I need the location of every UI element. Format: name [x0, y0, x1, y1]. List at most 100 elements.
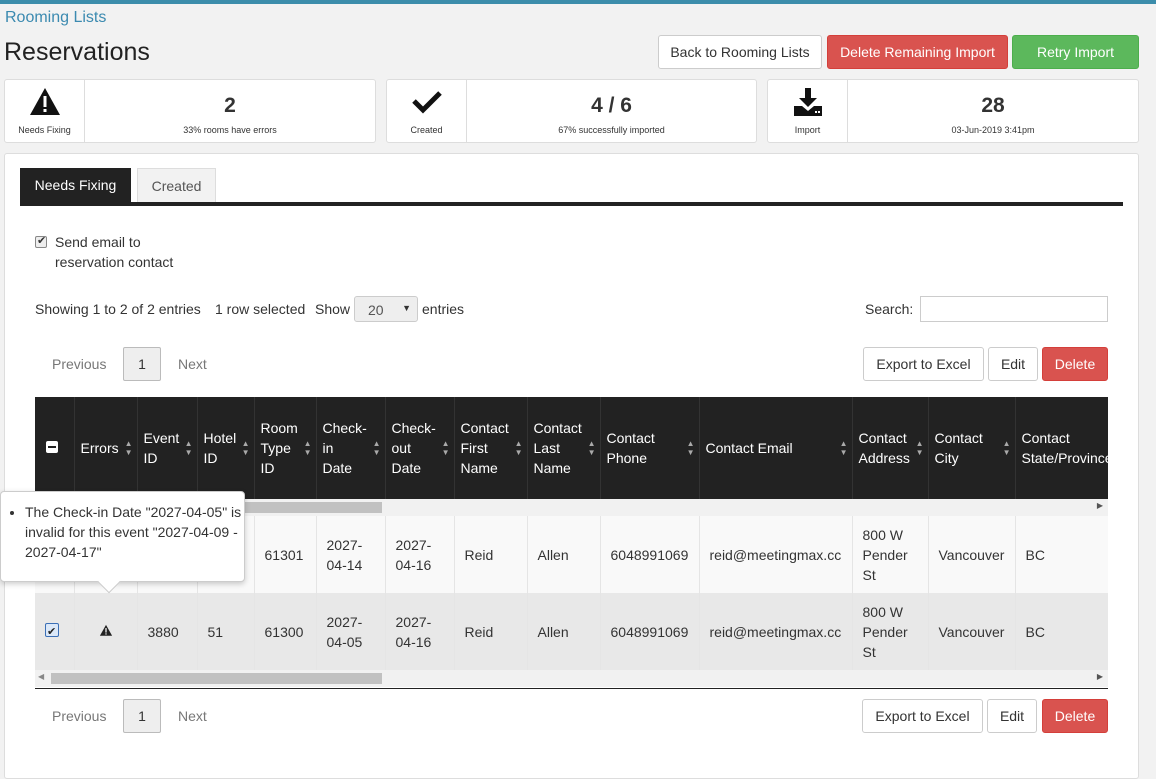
sort-icon: ▲ ▼: [514, 439, 523, 457]
row-select-cell[interactable]: ✔: [35, 593, 75, 670]
next-page-button[interactable]: Next: [178, 356, 207, 372]
table-row[interactable]: ✔ 3880 51 61300 2027-04-05 2027-04-16 Re…: [35, 593, 1108, 670]
check-in-cell: 2027-04-05: [316, 593, 386, 670]
edit-button[interactable]: Edit: [988, 347, 1038, 381]
column-label: Contact Address: [858, 430, 910, 466]
column-label: Contact Last Name: [533, 420, 582, 476]
stat-card-needs-fixing: Needs Fixing 2 33% rooms have errors: [4, 79, 376, 143]
entries-label: entries: [422, 301, 465, 317]
stat-label: Created: [410, 125, 443, 135]
address-cell: 800 W Pender St: [852, 516, 929, 593]
tab-needs-fixing[interactable]: Needs Fixing: [20, 168, 131, 202]
checkmark-icon: ✔: [47, 625, 57, 638]
tab-underline: [20, 202, 1123, 206]
column-label: Contact Email: [705, 440, 793, 456]
tab-created[interactable]: Created: [137, 168, 216, 202]
column-header-check-out-date[interactable]: Check-out Date ▲ ▼: [385, 397, 455, 499]
search-input[interactable]: [920, 296, 1108, 322]
scroll-right-icon[interactable]: ▶: [1097, 501, 1103, 510]
column-header-contact-first-name[interactable]: Contact First Name ▲ ▼: [454, 397, 528, 499]
export-to-excel-button-bottom[interactable]: Export to Excel: [862, 699, 983, 733]
column-label: Contact State/Province: [1021, 430, 1109, 466]
column-header-hotel-id[interactable]: Hotel ID ▲ ▼: [197, 397, 255, 499]
column-header-contact-last-name[interactable]: Contact Last Name ▲ ▼: [527, 397, 601, 499]
sort-icon: ▲ ▼: [1002, 439, 1011, 457]
phone-cell: 6048991069: [600, 516, 700, 593]
scrollbar-thumb[interactable]: [51, 673, 382, 684]
column-header-check-in-date[interactable]: Check-in Date ▲ ▼: [316, 397, 386, 499]
column-header-errors[interactable]: Errors ▲ ▼: [74, 397, 138, 499]
check-out-cell: 2027-04-16: [385, 516, 455, 593]
sort-icon: ▲ ▼: [372, 439, 381, 457]
last-name-cell: Allen: [527, 593, 601, 670]
stat-icon-cell: Needs Fixing: [5, 80, 85, 142]
stat-icon-cell: Created: [387, 80, 467, 142]
scroll-right-icon[interactable]: ▶: [1097, 672, 1103, 681]
column-label: Event ID: [143, 430, 180, 466]
column-label: Hotel ID: [203, 430, 237, 466]
column-header-contact-address[interactable]: Contact Address ▲ ▼: [852, 397, 929, 499]
bottom-horizontal-scrollbar[interactable]: ◀ ▶: [35, 670, 1108, 687]
stat-subtext: 03-Jun-2019 3:41pm: [951, 125, 1035, 135]
stat-subtext: 33% rooms have errors: [183, 125, 277, 135]
export-to-excel-button[interactable]: Export to Excel: [863, 347, 984, 381]
stat-value: 2: [224, 94, 236, 117]
delete-button[interactable]: Delete: [1042, 347, 1108, 381]
sort-icon: ▲ ▼: [587, 439, 596, 457]
entries-per-page-value: 20: [368, 302, 384, 318]
page-1-button[interactable]: 1: [123, 347, 161, 381]
row-checkbox[interactable]: ✔: [45, 622, 59, 638]
column-label: Errors: [80, 440, 119, 456]
city-cell: Vancouver: [928, 593, 1016, 670]
minus-icon: [48, 446, 56, 448]
checkmark-icon: ✔: [37, 235, 47, 247]
breadcrumb-rooming-lists[interactable]: Rooming Lists: [5, 9, 106, 27]
entries-per-page-select[interactable]: 20 ▼: [354, 296, 418, 322]
back-to-rooming-lists-button[interactable]: Back to Rooming Lists: [658, 35, 822, 69]
send-email-checkbox[interactable]: ✔: [35, 235, 47, 248]
state-cell: BC: [1015, 593, 1108, 670]
phone-cell: 6048991069: [600, 593, 700, 670]
column-header-event-id[interactable]: Event ID ▲ ▼: [137, 397, 198, 499]
sort-icon: ▲ ▼: [241, 439, 250, 457]
sort-icon: ▲ ▼: [303, 439, 312, 457]
sort-icon: ▲ ▼: [915, 439, 924, 457]
delete-remaining-import-button[interactable]: Delete Remaining Import: [827, 35, 1008, 69]
next-page-button-bottom[interactable]: Next: [178, 708, 207, 724]
column-label: Contact City: [934, 430, 983, 466]
column-header-contact-state[interactable]: Contact State/Province: [1015, 397, 1108, 499]
page-1-button-bottom[interactable]: 1: [123, 699, 161, 733]
download-icon: [794, 88, 822, 116]
room-type-id-cell: 61300: [254, 593, 317, 670]
send-email-label-2: reservation contact: [55, 254, 174, 270]
first-name-cell: Reid: [454, 593, 528, 670]
email-cell: reid@meetingmax.cc: [699, 516, 853, 593]
previous-page-button[interactable]: Previous: [52, 356, 106, 372]
room-type-id-cell: 61301: [254, 516, 317, 593]
column-header-contact-phone[interactable]: Contact Phone ▲ ▼: [600, 397, 700, 499]
select-all-header[interactable]: [35, 397, 75, 499]
retry-import-button[interactable]: Retry Import: [1012, 35, 1139, 69]
stat-subtext: 67% successfully imported: [558, 125, 665, 135]
edit-button-bottom[interactable]: Edit: [987, 699, 1037, 733]
error-message: The Check-in Date "2027-04-05" is invali…: [25, 502, 244, 562]
stat-icon-cell: Import: [768, 80, 848, 142]
column-header-contact-email[interactable]: Contact Email ▲ ▼: [699, 397, 853, 499]
scroll-left-icon[interactable]: ◀: [38, 672, 44, 681]
stat-label: Import: [794, 125, 821, 135]
select-all-checkbox[interactable]: [46, 441, 58, 453]
sort-icon: ▲ ▼: [124, 439, 133, 457]
top-accent-bar: [0, 0, 1156, 4]
column-label: Check-in Date: [322, 420, 367, 476]
column-header-room-type-id[interactable]: Room Type ID ▲ ▼: [254, 397, 317, 499]
column-label: Contact Phone: [606, 430, 655, 466]
event-id-cell: 3880: [137, 593, 198, 670]
first-name-cell: Reid: [454, 516, 528, 593]
previous-page-button-bottom[interactable]: Previous: [52, 708, 106, 724]
warning-icon[interactable]: [99, 624, 113, 637]
check-out-cell: 2027-04-16: [385, 593, 455, 670]
delete-button-bottom[interactable]: Delete: [1042, 699, 1108, 733]
errors-cell[interactable]: [74, 593, 138, 670]
column-header-contact-city[interactable]: Contact City ▲ ▼: [928, 397, 1016, 499]
caret-down-icon: ▼: [402, 303, 411, 313]
